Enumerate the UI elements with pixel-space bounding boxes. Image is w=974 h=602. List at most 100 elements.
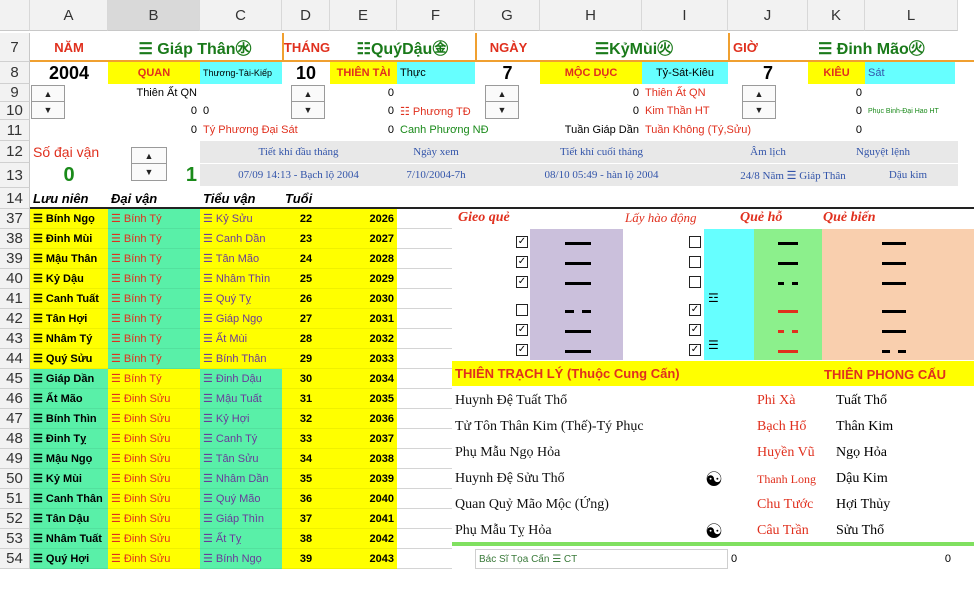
tuoi-cell[interactable]: 38 — [282, 529, 330, 549]
tiet-khi-dau-value[interactable]: 07/09 14:13 - Bạch lộ 2004 — [200, 164, 397, 186]
quan-cell[interactable]: QUAN — [108, 62, 200, 84]
dai-van-cell[interactable]: ☰ Bính Tý — [108, 289, 200, 309]
year-cell[interactable]: 2027 — [330, 229, 397, 249]
year-cell[interactable]: 2042 — [330, 529, 397, 549]
dai-van-cell[interactable]: ☰ Đinh Sửu — [108, 549, 200, 569]
dai-van-cell[interactable]: ☰ Đinh Sửu — [108, 529, 200, 549]
r10-k[interactable]: 0 — [808, 102, 865, 120]
year-cell[interactable]: 2036 — [330, 409, 397, 429]
r10-h[interactable]: 0 — [540, 102, 642, 120]
r54-l[interactable]: 0 — [808, 549, 954, 569]
so-dai-van-value[interactable]: 0 — [30, 163, 108, 187]
luu-nien-cell[interactable]: ☰ Quý Sửu — [30, 349, 108, 369]
column-header-i[interactable]: I — [642, 0, 728, 31]
tieu-van-cell[interactable]: ☰ Giáp Thìn — [200, 509, 282, 529]
r9-i[interactable]: Thiên Ất QN — [642, 84, 728, 102]
nguyet-lenh-value[interactable]: Dậu kim — [858, 164, 958, 186]
dai-van-cell[interactable]: ☰ Bính Tý — [108, 329, 200, 349]
r10-i[interactable]: Kim Thần HT — [642, 102, 728, 120]
r11-h[interactable]: Tuần Giáp Dần — [540, 120, 642, 139]
row-header-11[interactable]: 11 — [0, 120, 30, 141]
year-cell[interactable]: 2026 — [330, 209, 397, 229]
column-header-l[interactable]: L — [865, 0, 958, 31]
row-header-38[interactable]: 38 — [0, 229, 30, 249]
year-cell[interactable]: 2035 — [330, 389, 397, 409]
tuoi-cell[interactable]: 32 — [282, 409, 330, 429]
column-header-b[interactable]: B — [108, 0, 200, 31]
row-header-10[interactable]: 10 — [0, 102, 30, 120]
year-cell[interactable]: 2031 — [330, 309, 397, 329]
hao-dong-checkbox[interactable]: ✓ — [689, 304, 701, 316]
column-header-f[interactable]: F — [397, 0, 475, 31]
gieo-que-checkbox[interactable]: ✓ — [516, 324, 528, 336]
year-down-arrow-icon[interactable]: ▼ — [32, 102, 64, 118]
gieo-que-checkbox[interactable]: ✓ — [516, 344, 528, 356]
column-header-k[interactable]: K — [808, 0, 865, 31]
luu-nien-cell[interactable]: ☰ Giáp Dần — [30, 369, 108, 389]
tieu-van-cell[interactable]: ☰ Canh Tý — [200, 429, 282, 449]
hao-dong-checkbox[interactable]: ✓ — [689, 344, 701, 356]
year-cell[interactable]: 2038 — [330, 449, 397, 469]
tieu-van-cell[interactable]: ☰ Quý Tỵ — [200, 289, 282, 309]
luu-nien-cell[interactable]: ☰ Mậu Thân — [30, 249, 108, 269]
thuc-cell[interactable]: Thực — [397, 62, 475, 84]
year-cell[interactable]: 2029 — [330, 269, 397, 289]
ty-sat-cell[interactable]: Tỷ-Sát-Kiêu — [642, 62, 728, 84]
r9-e[interactable]: 0 — [330, 84, 397, 102]
thuong-tai-cell[interactable]: Thương-Tài-Kiếp — [200, 62, 282, 84]
tieu-van-cell[interactable]: ☰ Tân Sửu — [200, 449, 282, 469]
tuoi-cell[interactable]: 36 — [282, 489, 330, 509]
dai-van-cell[interactable]: ☰ Đinh Sửu — [108, 429, 200, 449]
hour-value[interactable]: 7 — [728, 62, 808, 84]
hao-dong-checkbox[interactable]: ✓ — [689, 324, 701, 336]
hour-spinner[interactable]: ▲ ▼ — [742, 85, 776, 119]
tuoi-cell[interactable]: 37 — [282, 509, 330, 529]
thien-tai-cell[interactable]: THIÊN TÀI — [330, 62, 397, 84]
luu-nien-cell[interactable]: ☰ Kỷ Mùi — [30, 469, 108, 489]
hao-dong-checkbox[interactable] — [689, 256, 701, 268]
day-value[interactable]: 7 — [475, 62, 540, 84]
dai-van-cell[interactable]: ☰ Bính Tý — [108, 249, 200, 269]
luu-nien-cell[interactable]: ☰ Kỷ Dậu — [30, 269, 108, 289]
r10-f[interactable]: ☷ Phương TĐ — [397, 102, 475, 120]
dai-van-cell[interactable]: ☰ Đinh Sửu — [108, 389, 200, 409]
r11-b[interactable]: 0 — [108, 120, 200, 139]
row-header-12[interactable]: 12 — [0, 141, 30, 163]
row-header-51[interactable]: 51 — [0, 489, 30, 509]
tieu-van-cell[interactable]: ☰ Tân Mão — [200, 249, 282, 269]
tuoi-cell[interactable]: 25 — [282, 269, 330, 289]
corner-cell[interactable] — [0, 0, 30, 31]
year-value[interactable]: 2004 — [30, 62, 108, 84]
tuoi-cell[interactable]: 35 — [282, 469, 330, 489]
month-spinner[interactable]: ▲ ▼ — [291, 85, 325, 119]
month-up-arrow-icon[interactable]: ▲ — [292, 86, 324, 102]
row-header-50[interactable]: 50 — [0, 469, 30, 489]
row-header-8[interactable]: 8 — [0, 62, 30, 84]
tieu-van-cell[interactable]: ☰ Kỷ Hợi — [200, 409, 282, 429]
r54-i[interactable]: 0 — [728, 549, 808, 569]
dai-van-index[interactable]: 1 — [108, 163, 200, 187]
month-value[interactable]: 10 — [282, 62, 330, 84]
year-cell[interactable]: 2030 — [330, 289, 397, 309]
tieu-van-cell[interactable]: ☰ Giáp Ngọ — [200, 309, 282, 329]
row-header-14[interactable]: 14 — [0, 188, 30, 209]
row-header-42[interactable]: 42 — [0, 309, 30, 329]
r11-e[interactable]: 0 — [330, 120, 397, 139]
tuoi-cell[interactable]: 28 — [282, 329, 330, 349]
dai-van-cell[interactable]: ☰ Bính Tý — [108, 269, 200, 289]
tieu-van-cell[interactable]: ☰ Đinh Dậu — [200, 369, 282, 389]
gieo-que-checkbox[interactable]: ✓ — [516, 236, 528, 248]
luu-nien-cell[interactable]: ☰ Bính Ngọ — [30, 209, 108, 229]
row-header-47[interactable]: 47 — [0, 409, 30, 429]
tuoi-cell[interactable]: 31 — [282, 389, 330, 409]
row-header-44[interactable]: 44 — [0, 349, 30, 369]
dai-van-cell[interactable]: ☰ Bính Tý — [108, 309, 200, 329]
r11-f[interactable]: Canh Phương NĐ — [397, 120, 540, 139]
column-header-j[interactable]: J — [728, 0, 808, 31]
year-cell[interactable]: 2043 — [330, 549, 397, 569]
tuoi-cell[interactable]: 30 — [282, 369, 330, 389]
dai-van-cell[interactable]: ☰ Đinh Sửu — [108, 489, 200, 509]
dai-van-cell[interactable]: ☰ Đinh Sửu — [108, 509, 200, 529]
tieu-van-cell[interactable]: ☰ Quý Mão — [200, 489, 282, 509]
row-header-7[interactable]: 7 — [0, 33, 30, 62]
